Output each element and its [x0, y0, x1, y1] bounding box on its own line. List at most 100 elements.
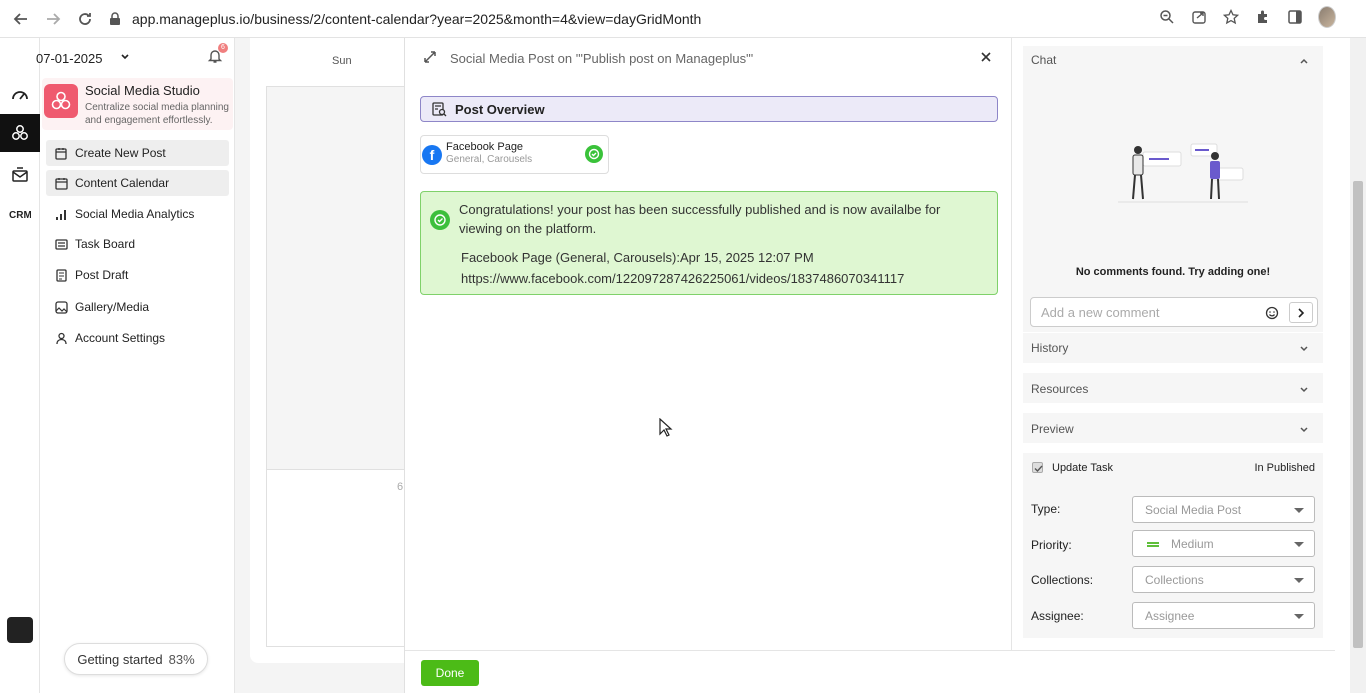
user-icon — [54, 331, 68, 345]
back-icon[interactable] — [10, 8, 32, 30]
chat-illustration — [1118, 143, 1248, 203]
sidebar-item-task-board[interactable]: Task Board — [46, 231, 229, 257]
chevron-down-icon — [120, 52, 130, 65]
studio-logo-icon — [44, 84, 78, 118]
success-details: Facebook Page (General, Carousels):Apr 1… — [461, 247, 904, 289]
collections-placeholder: Collections — [1145, 573, 1204, 587]
notification-badge: 6 — [218, 43, 228, 53]
date-selector[interactable]: 07-01-2025 — [36, 46, 235, 70]
chevron-down-icon — [1300, 427, 1308, 433]
sidebar-item-label: Post Draft — [75, 268, 129, 282]
send-button[interactable] — [1289, 302, 1313, 323]
calendar-day-header: Sun — [332, 55, 352, 67]
chevron-down-icon — [1300, 346, 1308, 352]
studio-title: Social Media Studio — [85, 83, 200, 98]
edit-calendar-icon — [54, 146, 68, 160]
bookmark-star-icon[interactable] — [1222, 8, 1240, 26]
crm-icon[interactable]: CRM — [0, 195, 40, 233]
facebook-page-subtitle: General, Carousels — [446, 154, 533, 165]
collections-select[interactable]: Collections — [1132, 566, 1315, 593]
resources-section[interactable]: Resources — [1023, 373, 1323, 403]
type-label: Type: — [1031, 502, 1061, 516]
sidebar-item-create-new-post[interactable]: Create New Post — [46, 140, 229, 166]
sidebar-item-label: Content Calendar — [75, 176, 170, 190]
assignee-select[interactable]: Assignee — [1132, 602, 1315, 629]
bar-chart-icon — [54, 207, 68, 221]
facebook-page-card[interactable]: f Facebook Page General, Carousels — [420, 135, 609, 174]
chevron-down-icon — [1300, 387, 1308, 393]
profile-avatar[interactable] — [1318, 6, 1336, 28]
no-comments-text: No comments found. Try adding one! — [1075, 266, 1271, 278]
dropdown-arrow-icon — [1294, 614, 1304, 619]
studio-card: Social Media Studio Centralize social me… — [42, 78, 233, 130]
draft-icon — [54, 268, 68, 282]
expand-icon[interactable] — [423, 50, 437, 64]
history-title: History — [1031, 341, 1069, 355]
sidebar-item-content-calendar[interactable]: Content Calendar — [46, 170, 229, 196]
svg-text:CRM: CRM — [9, 210, 31, 221]
getting-started-label: Getting started — [77, 651, 163, 667]
scrollbar-thumb[interactable] — [1353, 181, 1363, 648]
dropdown-arrow-icon — [1294, 542, 1304, 547]
zoom-icon[interactable] — [1158, 8, 1176, 26]
sidebar-item-label: Gallery/Media — [75, 300, 150, 314]
success-message: Congratulations! your post has been succ… — [459, 202, 941, 236]
post-link[interactable]: https://www.facebook.com/122097287426225… — [461, 268, 904, 289]
email-marketing-icon[interactable] — [0, 156, 40, 194]
done-button[interactable]: Done — [421, 660, 479, 686]
sidebar-item-label: Task Board — [75, 237, 136, 251]
sidebar-item-label: Create New Post — [75, 146, 166, 160]
social-studio-icon[interactable] — [0, 114, 40, 152]
chat-title: Chat — [1031, 53, 1057, 67]
type-select[interactable]: Social Media Post — [1132, 496, 1315, 523]
sidebar-item-post-draft[interactable]: Post Draft — [46, 262, 229, 288]
success-check-icon — [430, 210, 450, 230]
dashboard-gauge-icon[interactable] — [0, 76, 40, 114]
resources-title: Resources — [1031, 382, 1089, 396]
history-section[interactable]: History — [1023, 333, 1323, 363]
emoji-icon[interactable] — [1265, 306, 1279, 320]
calendar-day-number: 6 — [397, 481, 404, 493]
side-panel-icon[interactable] — [1286, 8, 1304, 26]
dropdown-arrow-icon — [1294, 508, 1304, 513]
reload-icon[interactable] — [74, 8, 96, 30]
document-search-icon — [432, 102, 447, 117]
lock-icon — [110, 11, 120, 25]
facebook-icon: f — [422, 145, 442, 165]
sidebar-item-account-settings[interactable]: Account Settings — [46, 325, 229, 351]
url-text: app.manageplus.io/business/2/content-cal… — [132, 10, 702, 27]
facebook-page-name: Facebook Page — [446, 141, 524, 153]
extensions-icon[interactable] — [1254, 8, 1272, 26]
close-icon[interactable] — [979, 50, 993, 64]
date-text: 07-01-2025 — [36, 50, 103, 66]
priority-label: Priority: — [1031, 538, 1072, 552]
getting-started-button[interactable]: Getting started 83% — [64, 643, 208, 675]
priority-select[interactable]: Medium — [1132, 530, 1315, 557]
priority-value: Medium — [1171, 537, 1214, 551]
sidebar-item-gallery-media[interactable]: Gallery/Media — [46, 294, 229, 320]
sidebar-item-social-media-analytics[interactable]: Social Media Analytics — [46, 201, 229, 227]
sidebar: 07-01-2025 6 Social Media Studio Central… — [36, 38, 235, 693]
browser-toolbar: app.manageplus.io/business/2/content-cal… — [0, 0, 1366, 38]
chevron-right-icon — [1298, 307, 1305, 318]
chevron-up-icon[interactable] — [1299, 56, 1309, 66]
modal-header: Social Media Post on '"Publish post on M… — [405, 38, 1011, 80]
user-avatar[interactable] — [7, 617, 33, 643]
share-icon[interactable] — [1190, 8, 1208, 26]
collections-label: Collections: — [1031, 573, 1094, 587]
scrollbar[interactable] — [1350, 38, 1366, 693]
comment-input[interactable]: Add a new comment — [1030, 297, 1318, 327]
calendar-cell[interactable] — [266, 470, 406, 647]
tab-post-overview[interactable]: Post Overview — [420, 96, 998, 122]
comment-placeholder: Add a new comment — [1041, 305, 1160, 320]
address-bar[interactable]: app.manageplus.io/business/2/content-cal… — [108, 5, 1228, 33]
published-check-icon — [585, 145, 603, 163]
post-overview-label: Post Overview — [455, 101, 545, 117]
forward-icon[interactable] — [42, 8, 64, 30]
calendar-icon — [54, 176, 68, 190]
app-icon-rail: CRM — [0, 38, 40, 693]
type-value: Social Media Post — [1145, 503, 1242, 517]
preview-section[interactable]: Preview — [1023, 413, 1323, 443]
update-task-checkbox[interactable] — [1032, 462, 1043, 473]
calendar-cell[interactable] — [266, 86, 406, 470]
